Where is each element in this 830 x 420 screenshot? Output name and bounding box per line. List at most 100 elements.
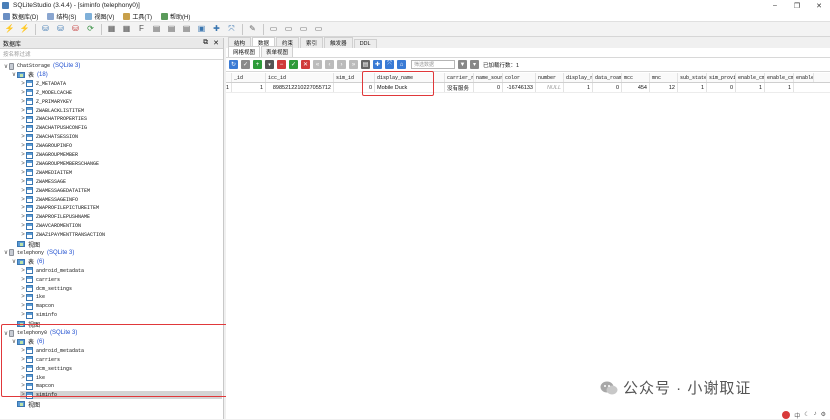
tab-4[interactable]: 触发器 (324, 37, 353, 48)
table-row[interactable]: 1 1 8985212210227055712 0 Mobile Duck 没有服务 0 -1… (226, 83, 830, 93)
tree-table-ZWAGROUPMEMBER[interactable]: > ZWAGROUPMEMBER (20, 151, 78, 159)
tray-gear-icon[interactable]: ⚙ (821, 411, 826, 419)
close-dock-icon[interactable]: ✕ (213, 39, 219, 47)
tab-5[interactable]: DDL (353, 39, 377, 48)
window-icon[interactable]: ▭ (283, 24, 294, 35)
tree-tables-folder[interactable]: ∨ 表 (6) (11, 258, 44, 266)
column-header[interactable]: carrier_r (445, 73, 474, 82)
table-cell[interactable]: 1 (232, 83, 266, 92)
tree-table-ZWACHATPROPERTIES[interactable]: > ZWACHATPROPERTIES (20, 115, 87, 123)
disconnect-icon[interactable]: ⚡ (19, 24, 30, 35)
prev-page-icon[interactable]: ‹ (325, 60, 334, 69)
tree-table-android_metadata[interactable]: > android_metadata (20, 267, 84, 275)
first-page-icon[interactable]: « (313, 60, 322, 69)
table-cell[interactable]: 1 (765, 83, 794, 92)
column-header[interactable]: data_roam (593, 73, 622, 82)
add-database-icon[interactable]: ⛁ (40, 24, 51, 35)
create-view-icon[interactable]: ▤ (166, 24, 177, 35)
tile-icon[interactable]: ✚ (211, 24, 222, 35)
table-cell[interactable]: 12 (650, 83, 678, 92)
tree-views-folder[interactable]: 视图 (11, 400, 40, 409)
tree-table-siminfo[interactable]: > siminfo (20, 311, 57, 319)
table-cell[interactable]: 1 (564, 83, 593, 92)
tree-views-folder[interactable]: 视图 (11, 240, 40, 249)
table-cell[interactable]: 0 (593, 83, 622, 92)
table-cell[interactable]: 454 (622, 83, 650, 92)
edit-database-icon[interactable]: ⛁ (55, 24, 66, 35)
tree-tables-folder[interactable]: ∨ 表 (18) (11, 71, 48, 79)
column-header[interactable]: _id (232, 73, 266, 82)
delete-row-icon[interactable]: − (277, 60, 286, 69)
edit-table-icon[interactable]: ▦ (121, 24, 132, 35)
window-close-icon[interactable]: ▭ (298, 24, 309, 35)
tree-table-ZWACHATPUSHCONFIG[interactable]: > ZWACHATPUSHCONFIG (20, 124, 87, 132)
commit-icon[interactable]: ✓ (241, 60, 250, 69)
tree-table-ZWAMESSAGEINFO[interactable]: > ZWAMESSAGEINFO (20, 196, 78, 204)
tray-sound-icon[interactable]: ♪ (814, 411, 817, 419)
column-header[interactable]: color (503, 73, 536, 82)
table-cell[interactable]: 1 (678, 83, 707, 92)
column-header[interactable]: display_r (564, 73, 593, 82)
column-header[interactable]: enable_cm (736, 73, 765, 82)
tree-table-ZWAMESSAGEDATAITEM[interactable]: > ZWAMESSAGEDATAITEM (20, 187, 90, 195)
tree-database-telephony[interactable]: ∨ telephony (SQLite 3) (3, 249, 74, 257)
menu-tools[interactable]: 工具(T) (123, 12, 152, 21)
table-cell[interactable]: 没有服务 (445, 83, 474, 92)
table-cell[interactable]: -16746133 (503, 83, 536, 92)
tree-table-ZWAMEDIAITEM[interactable]: > ZWAMEDIAITEM (20, 169, 72, 177)
last-page-icon[interactable]: » (349, 60, 358, 69)
tab-3[interactable]: 索引 (300, 37, 324, 48)
tree-table-ZWAPROFILEPUSHNAME[interactable]: > ZWAPROFILEPUSHNAME (20, 213, 90, 221)
table-cell[interactable]: 0 (474, 83, 503, 92)
table-cell[interactable]: 1 (736, 83, 765, 92)
tree-table-ZWAZ1PAYMENTTRANSACTION[interactable]: > ZWAZ1PAYMENTTRANSACTION (20, 231, 105, 239)
data-filter-input[interactable]: 筛选数据 (411, 60, 455, 69)
column-header[interactable]: sub_state (678, 73, 707, 82)
column-header[interactable]: enable_cm (794, 73, 814, 82)
next-window-icon[interactable]: ▭ (313, 24, 324, 35)
delete-table-icon[interactable]: ▤ (151, 24, 162, 35)
table-cell[interactable]: 8985212210227055712 (266, 83, 334, 92)
window-list-icon[interactable]: ▭ (268, 24, 279, 35)
create-table-icon[interactable]: ▦ (106, 24, 117, 35)
close-button[interactable]: ✕ (808, 0, 830, 11)
tree-table-ZWAVCARDMENTION[interactable]: > ZWAVCARDMENTION (20, 222, 81, 230)
menu-view[interactable]: 视图(V) (85, 12, 114, 21)
menu-help[interactable]: 帮助(H) (161, 12, 190, 21)
tile-data-icon[interactable]: ✚ (373, 60, 382, 69)
column-header[interactable]: mnc (650, 73, 678, 82)
column-header[interactable]: number (536, 73, 564, 82)
tree-table-ZWAPROFILEPICTUREITEM[interactable]: > ZWAPROFILEPICTUREITEM (20, 204, 99, 212)
menu-structure[interactable]: 结构(S) (47, 12, 76, 21)
table-cell[interactable]: 0 (707, 83, 736, 92)
tree-database-ChatStorage[interactable]: ∨ ChatStorage (SQLite 3) (3, 62, 80, 70)
table-cell[interactable]: NULL (536, 83, 564, 92)
cascade-icon[interactable]: ⤧ (226, 24, 237, 35)
menu-database[interactable]: 数据库(D) (3, 12, 38, 21)
column-header[interactable]: name_sour (474, 73, 503, 82)
home-icon[interactable]: ⌂ (397, 60, 406, 69)
tray-moon-icon[interactable]: ☾ (804, 411, 809, 419)
tray-ime-icon[interactable]: 中 (794, 411, 800, 420)
function-icon[interactable]: F (136, 24, 147, 35)
connect-icon[interactable]: ⚡ (4, 24, 15, 35)
tree-table-dcm_settings[interactable]: > dcm_settings (20, 285, 72, 293)
column-header[interactable]: icc_id (266, 73, 334, 82)
refresh-data-icon[interactable]: ↻ (229, 60, 238, 69)
tree-table-ZWAGROUPINFO[interactable]: > ZWAGROUPINFO (20, 142, 72, 150)
tree-table-mapcon[interactable]: > mapcon (20, 302, 54, 310)
tree-table-carriers[interactable]: > carriers (20, 276, 60, 284)
tray-s-icon[interactable] (782, 411, 791, 419)
sql-editor-icon[interactable]: ▣ (196, 24, 207, 35)
apply-icon[interactable]: ✓ (289, 60, 298, 69)
tree-table-Z_MODELCACHE[interactable]: > Z_MODELCACHE (20, 89, 72, 97)
tree-table-ZWAMESSAGE[interactable]: > ZWAMESSAGE (20, 178, 66, 186)
tree-table-ike[interactable]: > ike (20, 293, 45, 301)
print-icon[interactable]: ▤ (361, 60, 370, 69)
subtab-0[interactable]: 网格视图 (228, 46, 261, 57)
filter-icon[interactable]: ▼ (458, 60, 467, 69)
dropdown-icon[interactable]: ▾ (265, 60, 274, 69)
edit-view-icon[interactable]: ▤ (181, 24, 192, 35)
remove-database-icon[interactable]: ⛁ (70, 24, 81, 35)
minimize-button[interactable]: – (764, 0, 786, 11)
